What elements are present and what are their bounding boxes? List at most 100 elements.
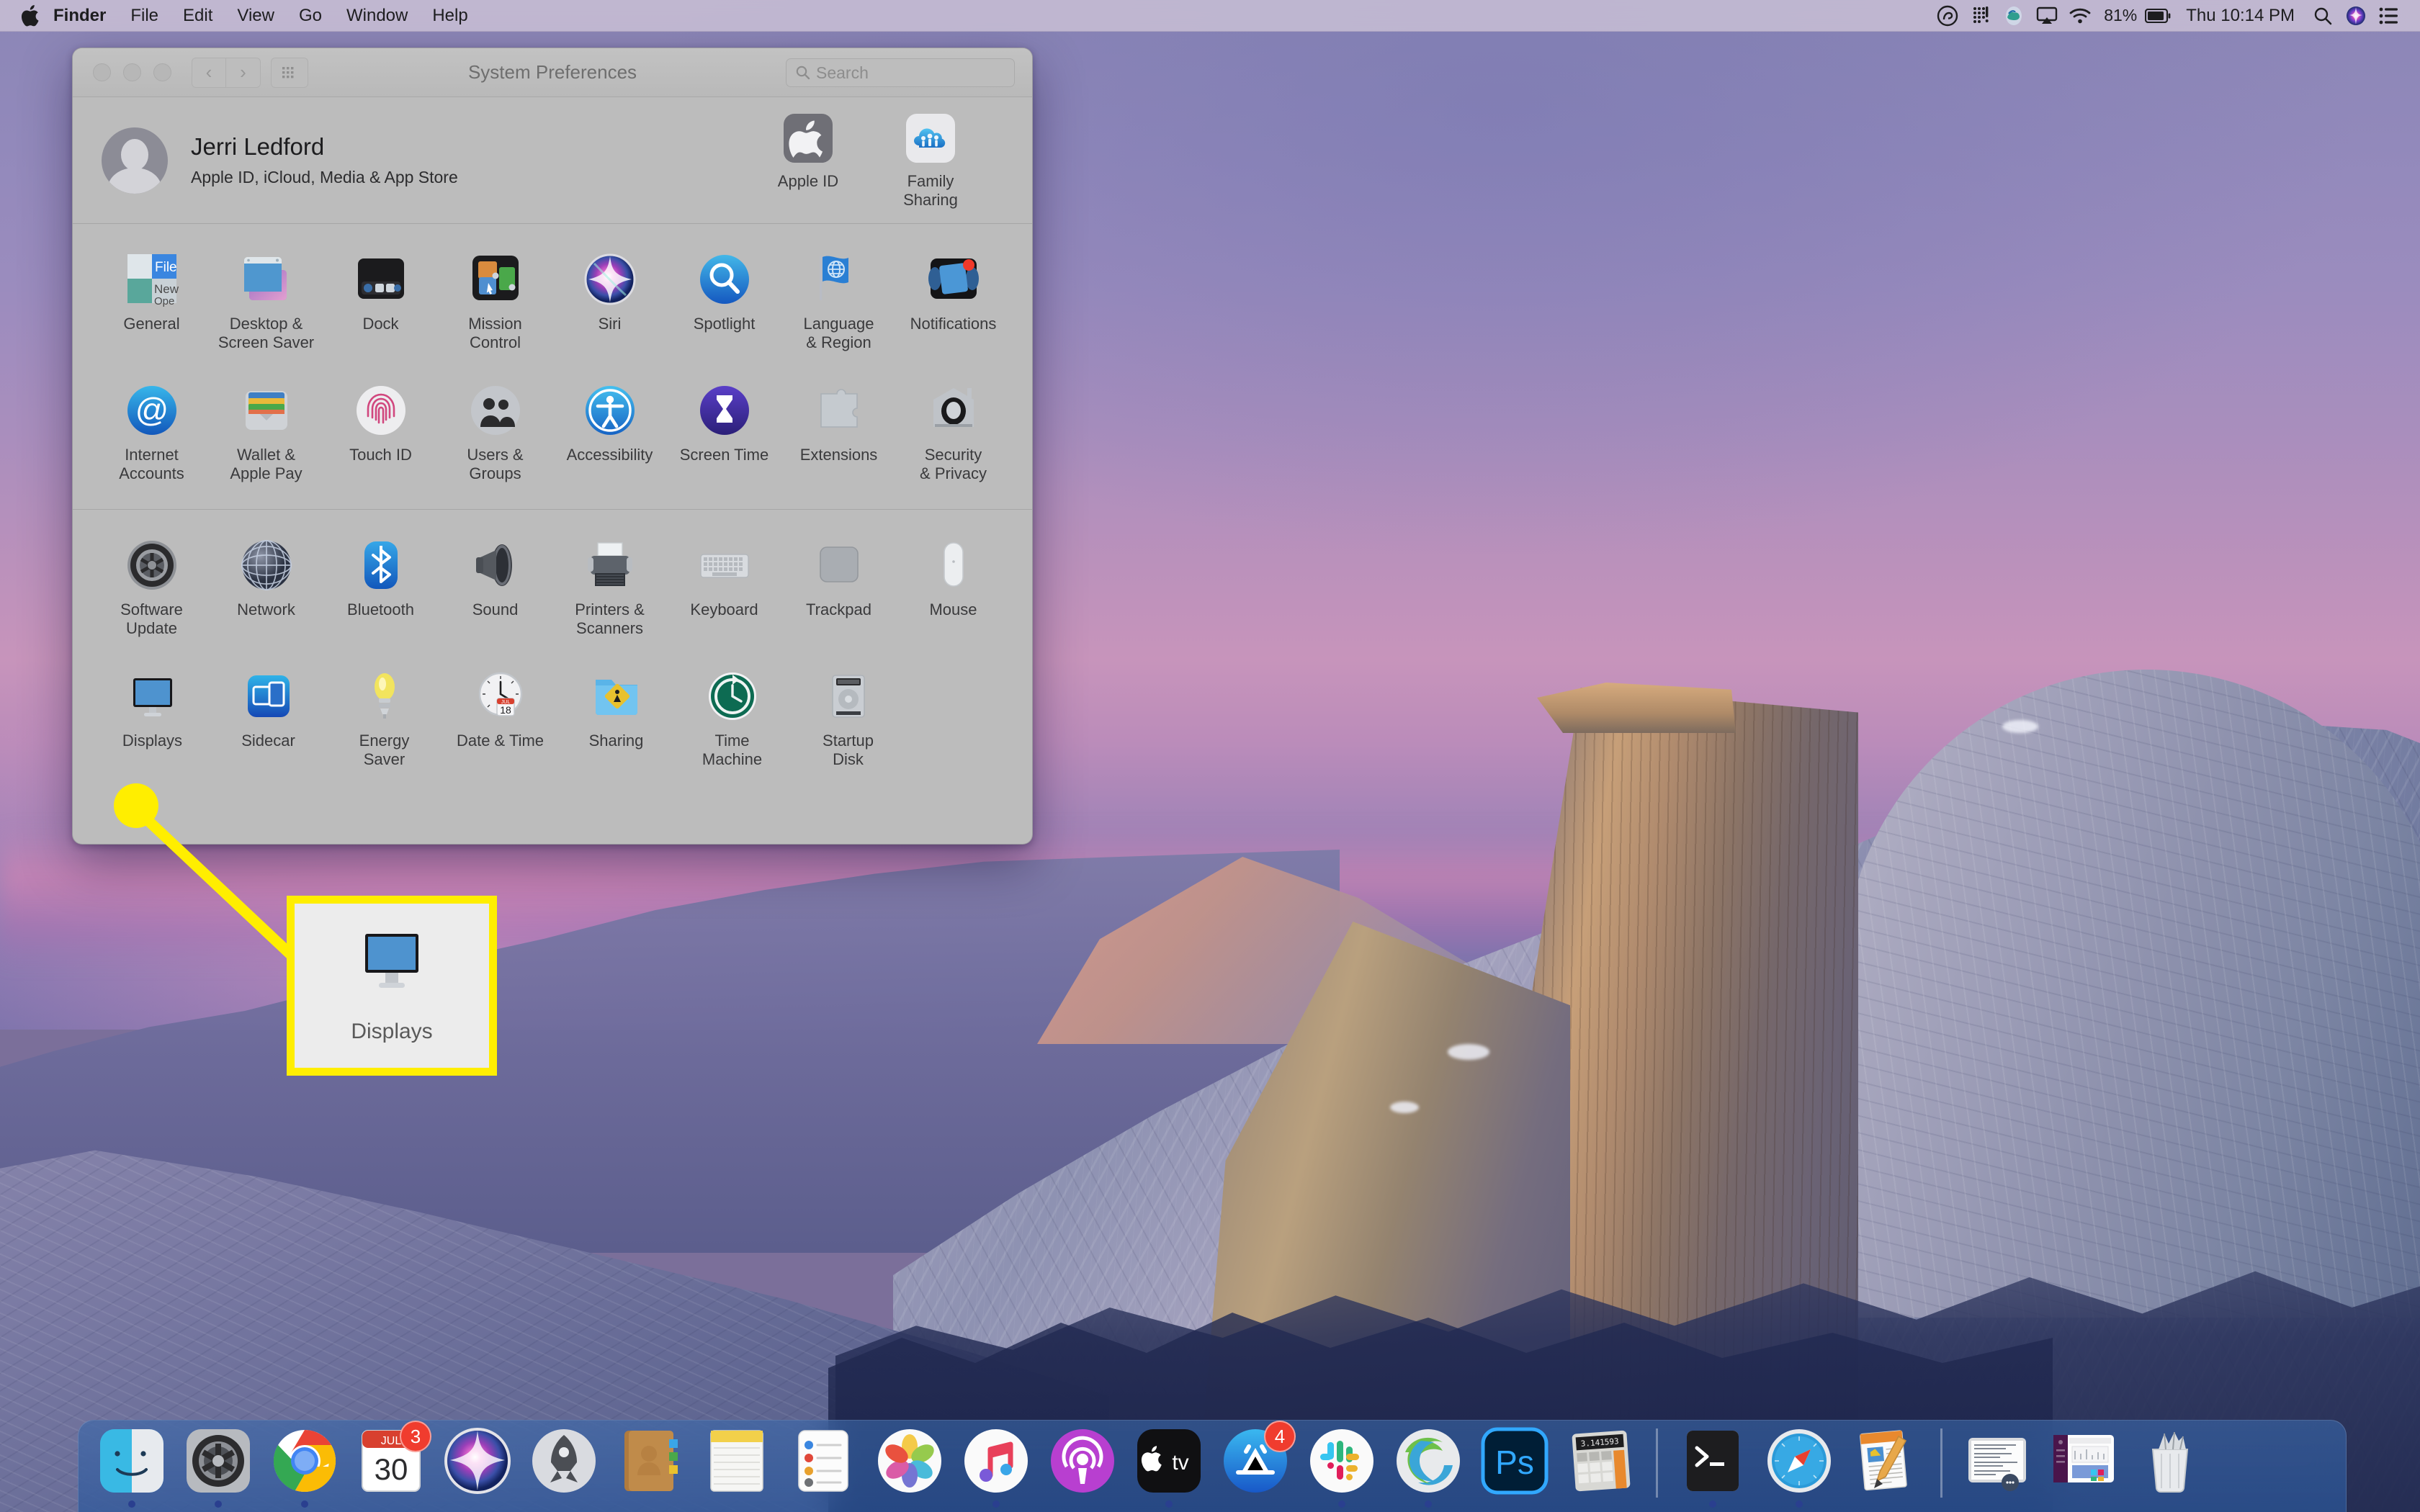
menu-item-view[interactable]: View <box>225 0 287 32</box>
users-groups-icon <box>439 377 551 438</box>
account-text: Jerri Ledford Apple ID, iCloud, Media & … <box>191 133 458 187</box>
pref-tile-language-region[interactable]: Language & Region <box>781 240 896 364</box>
pref-tile-startup-disk[interactable]: Startup Disk <box>790 657 906 780</box>
pref-tile-label: Family Sharing <box>903 171 958 209</box>
dock-item-calculator[interactable]: 3.141593 <box>1558 1420 1644 1508</box>
pref-tile-touch-id[interactable]: Touch ID <box>323 371 438 495</box>
apple-id-account-row[interactable]: Jerri Ledford Apple ID, iCloud, Media & … <box>73 97 1032 223</box>
pref-tile-time-machine[interactable]: Time Machine <box>674 657 790 780</box>
pref-tile-bluetooth[interactable]: Bluetooth <box>323 526 438 649</box>
dropbox-dots-icon[interactable] <box>1964 0 1997 32</box>
dock-item-launchpad[interactable] <box>521 1420 607 1508</box>
menu-item-edit[interactable]: Edit <box>171 0 225 32</box>
pref-tile-keyboard[interactable]: Keyboard <box>667 526 781 649</box>
dock-item-finder[interactable] <box>89 1420 175 1508</box>
dock-running-indicator <box>1079 1500 1086 1508</box>
grid-view-icon[interactable] <box>271 57 308 88</box>
window-titlebar[interactable]: ‹ › System Preferences Search <box>73 48 1032 97</box>
menu-item-help[interactable]: Help <box>420 0 480 32</box>
dock-item-safari[interactable] <box>1756 1420 1842 1508</box>
pref-tile-apple-id[interactable]: Apple ID <box>763 112 853 210</box>
dock-item-system-preferences[interactable] <box>175 1420 261 1508</box>
pref-tile-desktop-screen-saver[interactable]: Desktop & Screen Saver <box>209 240 323 364</box>
pref-tile-printers-scanners[interactable]: Printers & Scanners <box>552 526 667 649</box>
pref-tile-displays[interactable]: Displays <box>94 657 210 780</box>
pref-tile-dock[interactable]: Dock <box>323 240 438 364</box>
pref-tile-sharing[interactable]: Sharing <box>558 657 674 780</box>
user-avatar-icon[interactable] <box>102 127 168 194</box>
dock-item-app-store[interactable]: 4 <box>1212 1420 1299 1508</box>
dock-minimized-slack-window[interactable] <box>2040 1420 2127 1508</box>
pref-tile-extensions[interactable]: Extensions <box>781 371 896 495</box>
dock-item-trash[interactable] <box>2127 1420 2213 1508</box>
pref-tile-users-groups[interactable]: Users & Groups <box>438 371 552 495</box>
dock-item-terminal[interactable] <box>1670 1420 1756 1508</box>
back-button[interactable]: ‹ <box>192 57 226 88</box>
dock-item-pages[interactable] <box>1842 1420 1929 1508</box>
spotlight-icon <box>668 246 780 307</box>
apple-logo-icon[interactable] <box>16 0 45 32</box>
pref-tile-general[interactable]: File New Ope General <box>94 240 209 364</box>
pref-tile-internet-accounts[interactable]: @ Internet Accounts <box>94 371 209 495</box>
forward-button[interactable]: › <box>226 57 261 88</box>
pref-tile-wallet-apple-pay[interactable]: Wallet & Apple Pay <box>209 371 323 495</box>
adobe-creative-cloud-icon[interactable] <box>1931 0 1964 32</box>
close-button[interactable] <box>93 63 111 81</box>
pref-tile-label: Touch ID <box>349 446 412 464</box>
dock-item-chrome[interactable] <box>261 1420 348 1508</box>
pref-tile-date-time[interactable]: JUL 18 Date & Time <box>442 657 558 780</box>
dock-item-podcasts[interactable] <box>1039 1420 1126 1508</box>
dock-item-music[interactable] <box>953 1420 1039 1508</box>
pref-tile-mouse[interactable]: Mouse <box>896 526 1010 649</box>
dock-minimized-terminal-window[interactable] <box>1954 1420 2040 1508</box>
dock-item-calendar[interactable]: JUL 30 3 <box>348 1420 434 1508</box>
dock-item-edge[interactable] <box>1385 1420 1471 1508</box>
pref-tile-notifications[interactable]: Notifications <box>896 240 1010 364</box>
pref-tile-energy-saver[interactable]: Energy Saver <box>326 657 442 780</box>
pref-tile-accessibility[interactable]: Accessibility <box>552 371 667 495</box>
battery-icon[interactable] <box>2141 0 2174 32</box>
dock-item-notes[interactable] <box>694 1420 780 1508</box>
menu-item-go[interactable]: Go <box>287 0 334 32</box>
trash-icon <box>2134 1425 2206 1497</box>
minimize-button[interactable] <box>123 63 141 81</box>
dock-item-apple-tv[interactable]: tv <box>1126 1420 1212 1508</box>
dock-item-photoshop[interactable]: Ps <box>1471 1420 1558 1508</box>
pref-tile-sound[interactable]: Sound <box>438 526 552 649</box>
menu-bar-clock[interactable]: Thu 10:14 PM <box>2174 6 2306 26</box>
dock-item-siri[interactable] <box>434 1420 521 1508</box>
dock-item-reminders[interactable] <box>780 1420 866 1508</box>
dock-item-slack[interactable] <box>1299 1420 1385 1508</box>
zoom-button[interactable] <box>153 63 171 81</box>
pref-tile-trackpad[interactable]: Trackpad <box>781 526 896 649</box>
menu-app-name[interactable]: Finder <box>45 0 118 32</box>
siri-icon[interactable] <box>2339 0 2372 32</box>
dock-item-photos[interactable] <box>866 1420 953 1508</box>
dock-item-contacts[interactable] <box>607 1420 694 1508</box>
pref-tile-software-update[interactable]: Software Update <box>94 526 209 649</box>
pref-tile-label: Spotlight <box>693 315 756 333</box>
menu-item-window[interactable]: Window <box>334 0 420 32</box>
pref-tile-mission-control[interactable]: Mission Control <box>438 240 552 364</box>
pref-tile-siri[interactable]: Siri <box>552 240 667 364</box>
wifi-icon[interactable] <box>2063 0 2097 32</box>
control-center-icon[interactable] <box>2372 0 2406 32</box>
menu-bar-status-area: 81% Thu 10:14 PM <box>1931 0 2420 32</box>
search-input[interactable]: Search <box>786 58 1015 87</box>
contacts-icon <box>614 1425 686 1497</box>
pref-tile-sidecar[interactable]: Sidecar <box>210 657 326 780</box>
menu-item-file[interactable]: File <box>118 0 171 32</box>
pref-tile-spotlight[interactable]: Spotlight <box>667 240 781 364</box>
pref-tile-security-privacy[interactable]: Security & Privacy <box>896 371 1010 495</box>
airplay-icon[interactable] <box>2030 0 2063 32</box>
pref-tile-family-sharing[interactable]: Family Sharing <box>885 112 976 210</box>
pref-tile-network[interactable]: Network <box>209 526 323 649</box>
onedrive-cloud-icon[interactable] <box>1997 0 2030 32</box>
dock-running-indicator <box>1425 1500 1432 1508</box>
search-icon <box>796 66 810 80</box>
pref-tile-screen-time[interactable]: Screen Time <box>667 371 781 495</box>
system-preferences-window[interactable]: ‹ › System Preferences Search Jerri Ledf… <box>72 48 1033 845</box>
wallet-apple-pay-icon <box>210 377 322 438</box>
search-icon[interactable] <box>2306 0 2339 32</box>
dock[interactable]: JUL 30 3 tv 4 Ps 3.141593 <box>78 1420 2347 1512</box>
